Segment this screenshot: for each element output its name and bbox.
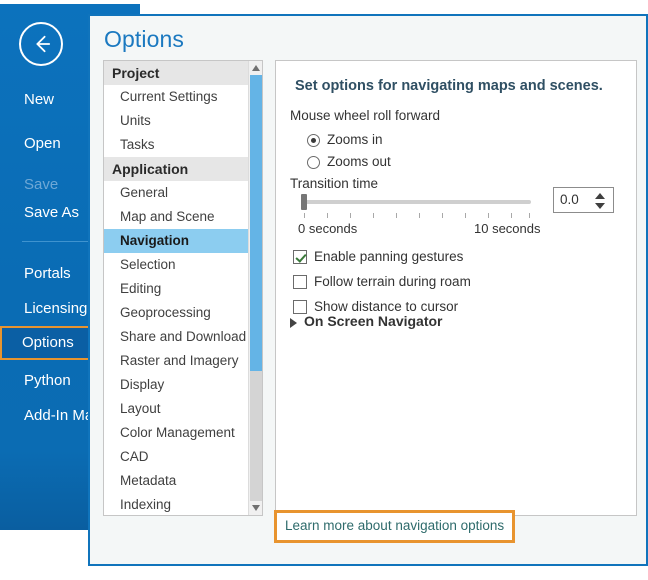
dialog-title: Options [104, 26, 184, 52]
category-item-units[interactable]: Units [104, 109, 249, 133]
category-list-scrollbar[interactable] [248, 61, 262, 515]
back-arrow-icon [36, 35, 51, 53]
options-dialog: Options Project Current Settings Units T… [88, 14, 648, 566]
slider-min-label: 0 seconds [298, 221, 358, 236]
category-item-map-and-scene[interactable]: Map and Scene [104, 205, 249, 229]
transition-time-spinner[interactable]: 0.0 [553, 187, 614, 213]
expander-on-screen-navigator-label: On Screen Navigator [304, 313, 443, 329]
category-list[interactable]: Project Current Settings Units Tasks App… [103, 60, 263, 516]
pane-heading: Set options for navigating maps and scen… [295, 78, 603, 94]
category-item-general[interactable]: General [104, 181, 249, 205]
checkbox-enable-panning-gestures-label: Enable panning gestures [314, 249, 464, 264]
scrollbar-thumb[interactable] [250, 75, 262, 371]
slider-track[interactable] [303, 200, 531, 204]
transition-time-label: Transition time [290, 176, 379, 191]
transition-time-slider[interactable] [298, 194, 536, 210]
back-button[interactable] [19, 22, 63, 66]
category-group-project: Project [104, 61, 249, 85]
mouse-wheel-group-label: Mouse wheel roll forward [290, 108, 441, 123]
radio-zooms-out-label: Zooms out [327, 154, 391, 169]
spinner-up-arrow-icon[interactable] [595, 193, 605, 199]
category-item-current-settings[interactable]: Current Settings [104, 85, 249, 109]
category-group-application: Application [104, 157, 249, 181]
spinner-down-arrow-icon[interactable] [595, 203, 605, 209]
screenshot-root: New Open Save Save As Portals Licensing … [0, 0, 648, 580]
category-item-navigation[interactable]: Navigation [104, 229, 249, 253]
radio-zooms-in-label: Zooms in [327, 132, 383, 147]
window-top-strip [140, 0, 648, 14]
slider-tick-row [298, 213, 536, 219]
learn-more-link[interactable]: Learn more about navigation options [285, 518, 504, 533]
radio-zooms-in-indicator[interactable] [307, 134, 320, 147]
category-list-inner: Project Current Settings Units Tasks App… [104, 61, 249, 515]
checkbox-enable-panning-gestures-box[interactable] [293, 250, 307, 264]
category-item-layout[interactable]: Layout [104, 397, 249, 421]
category-item-raster-and-imagery[interactable]: Raster and Imagery [104, 349, 249, 373]
navigation-options-pane: Set options for navigating maps and scen… [275, 60, 637, 516]
category-item-tasks[interactable]: Tasks [104, 133, 249, 157]
checkbox-follow-terrain-during-roam-label: Follow terrain during roam [314, 274, 471, 289]
radio-zooms-out-indicator[interactable] [307, 156, 320, 169]
scroll-up-arrow-icon[interactable] [249, 61, 262, 75]
category-item-metadata[interactable]: Metadata [104, 469, 249, 493]
category-item-display[interactable]: Display [104, 373, 249, 397]
category-item-cad[interactable]: CAD [104, 445, 249, 469]
scrollbar-track-lower[interactable] [250, 371, 262, 501]
learn-more-highlight: Learn more about navigation options [274, 510, 516, 543]
scroll-down-arrow-icon[interactable] [249, 501, 262, 515]
slider-max-label: 10 seconds [474, 221, 541, 236]
slider-thumb[interactable] [301, 194, 307, 210]
checkbox-show-distance-to-cursor-box[interactable] [293, 300, 307, 314]
category-item-geoprocessing[interactable]: Geoprocessing [104, 301, 249, 325]
checkbox-follow-terrain-during-roam-box[interactable] [293, 275, 307, 289]
category-item-selection[interactable]: Selection [104, 253, 249, 277]
category-item-share-and-download[interactable]: Share and Download [104, 325, 249, 349]
spinner-buttons[interactable] [595, 190, 607, 212]
category-item-color-management[interactable]: Color Management [104, 421, 249, 445]
category-item-editing[interactable]: Editing [104, 277, 249, 301]
category-item-indexing[interactable]: Indexing [104, 493, 249, 515]
backstage-item-options[interactable]: Options [0, 326, 92, 360]
chevron-right-icon[interactable] [290, 318, 297, 328]
spinner-value[interactable]: 0.0 [560, 192, 579, 207]
